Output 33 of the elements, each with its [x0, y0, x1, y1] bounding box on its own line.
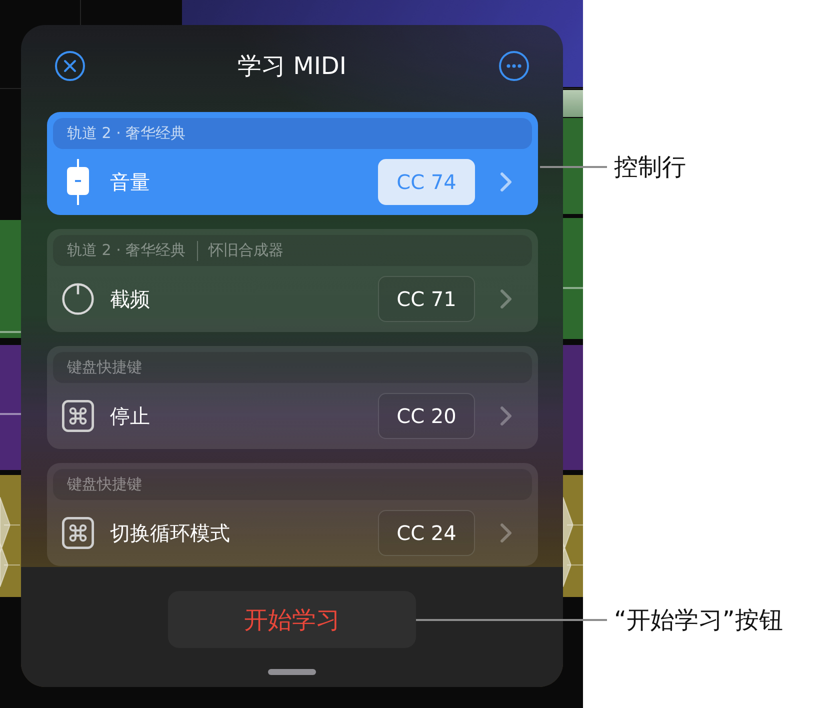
control-row[interactable]: 键盘快捷键 停止 CC 20: [47, 346, 538, 449]
chevron-right-icon: [500, 172, 512, 192]
sheet-grabber[interactable]: [268, 669, 316, 675]
control-name: 截频: [110, 286, 150, 312]
control-row[interactable]: 键盘快捷键 切换循环模式 CC 24: [47, 463, 538, 566]
cc-value-badge: CC 71: [378, 276, 475, 322]
chevron-right-icon: [500, 289, 512, 309]
control-name: 音量: [110, 168, 150, 196]
source-label: 轨道 2 · 奢华经典: [67, 241, 186, 260]
cc-value-badge: CC 20: [378, 393, 475, 439]
chevron-right-icon: [500, 406, 512, 426]
source-label: 键盘快捷键: [67, 475, 142, 494]
callout-label: 控制行: [614, 152, 686, 183]
close-icon: [55, 51, 85, 81]
fader-icon: [67, 159, 89, 205]
more-icon: [498, 51, 529, 81]
command-key-icon: [62, 517, 94, 549]
control-name: 切换循环模式: [110, 520, 230, 546]
control-row[interactable]: 轨道 2 · 奢华经典 怀旧合成器 截频 CC 71: [47, 229, 538, 332]
control-name: 停止: [110, 402, 150, 430]
command-key-icon: [62, 400, 94, 432]
leader-line: [540, 166, 607, 168]
source-label: 轨道 2 · 奢华经典: [67, 124, 186, 143]
close-button[interactable]: [55, 51, 85, 81]
source-label: 怀旧合成器: [208, 241, 284, 260]
cc-value-badge: CC 74: [378, 159, 475, 205]
dialog-title: 学习 MIDI: [238, 51, 346, 82]
callout-label: “开始学习”按钮: [614, 605, 783, 636]
knob-icon: [62, 282, 94, 316]
more-button[interactable]: [498, 51, 529, 81]
cc-value-badge: CC 24: [378, 510, 475, 556]
chevron-right-icon: [500, 523, 512, 543]
source-label: 键盘快捷键: [67, 358, 142, 377]
